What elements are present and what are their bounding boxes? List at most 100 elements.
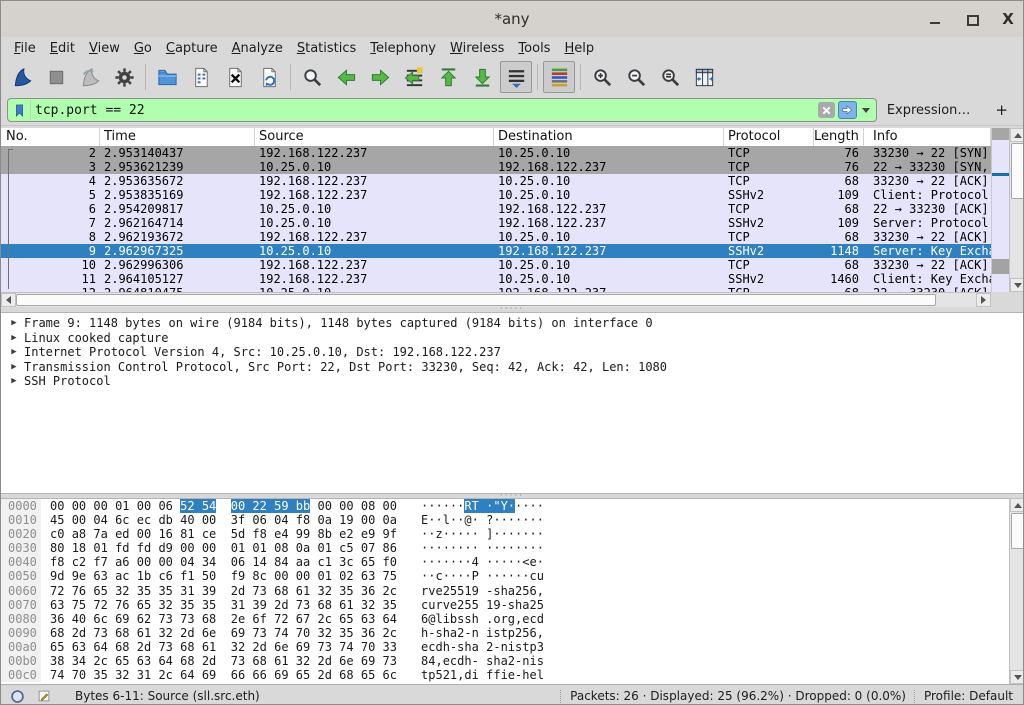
column-header-time[interactable]: Time [100, 128, 255, 146]
profile-text[interactable]: Profile: Default [924, 689, 1013, 703]
packet-row[interactable]: 62.95420981710.25.0.10192.168.122.237TCP… [1, 202, 991, 216]
hex-row[interactable]: 00c074 70 35 32 31 2c 64 69 66 66 69 65 … [1, 668, 1009, 682]
go-back-icon[interactable] [330, 61, 362, 93]
hex-row[interactable]: 009068 2d 73 68 61 32 2d 6e 69 73 74 70 … [1, 626, 1009, 640]
detail-row[interactable]: ▶Internet Protocol Version 4, Src: 10.25… [1, 345, 1024, 360]
restart-capture-icon[interactable] [74, 61, 106, 93]
detail-row[interactable]: ▶SSH Protocol [1, 374, 1024, 389]
menu-statistics[interactable]: Statistics [290, 39, 363, 58]
column-header-destination[interactable]: Destination [494, 128, 724, 146]
column-header-info[interactable]: Info [864, 128, 991, 146]
hex-row[interactable]: 00b038 34 2c 65 63 64 68 2d 73 68 61 32 … [1, 654, 1009, 668]
scroll-down-icon[interactable] [1010, 670, 1024, 684]
menu-wireless[interactable]: Wireless [443, 39, 511, 58]
packet-row[interactable]: 82.962193672192.168.122.23710.25.0.10TCP… [1, 230, 991, 244]
packet-list-minimap[interactable] [991, 128, 1010, 292]
colorize-packets-icon[interactable] [543, 61, 575, 93]
go-forward-icon[interactable] [364, 61, 396, 93]
filter-clear-icon[interactable] [818, 102, 835, 118]
packet-row[interactable]: 22.953140437192.168.122.23710.25.0.10TCP… [1, 146, 991, 160]
hex-row[interactable]: 00a065 63 64 68 2d 73 68 61 32 2d 6e 69 … [1, 640, 1009, 654]
expression-button[interactable]: Expression… [877, 101, 981, 120]
menu-tools[interactable]: Tools [511, 39, 557, 58]
menu-file[interactable]: File [7, 39, 43, 58]
hex-row[interactable]: 00509d 9e 63 ac 1b c6 f1 50 f9 8c 00 00 … [1, 569, 1009, 583]
expander-icon[interactable]: ▶ [1, 331, 21, 346]
close-icon[interactable]: X [1001, 12, 1015, 26]
minimize-icon[interactable] [929, 12, 943, 26]
hex-row[interactable]: 003080 18 01 fd fd d9 00 00 01 01 08 0a … [1, 541, 1009, 555]
menu-telephony[interactable]: Telephony [363, 39, 443, 58]
open-file-icon[interactable] [151, 61, 183, 93]
scroll-thumb[interactable] [1011, 143, 1024, 199]
menu-edit[interactable]: Edit [43, 39, 82, 58]
packet-list-header[interactable]: No.TimeSourceDestinationProtocolLengthIn… [1, 128, 991, 147]
detail-row[interactable]: ▶Transmission Control Protocol, Src Port… [1, 360, 1024, 375]
zoom-original-icon[interactable] [654, 61, 686, 93]
menu-analyze[interactable]: Analyze [225, 39, 290, 58]
packet-row[interactable]: 92.96296732510.25.0.10192.168.122.237SSH… [1, 244, 991, 258]
expert-info-icon[interactable] [10, 689, 25, 704]
display-filter-field[interactable] [7, 98, 877, 122]
maximize-icon[interactable] [965, 12, 979, 26]
auto-scroll-icon[interactable] [500, 61, 532, 93]
hex-row[interactable]: 0020c0 a8 7a ed 00 16 81 ce 5d f8 e4 99 … [1, 527, 1009, 541]
go-first-packet-icon[interactable] [432, 61, 464, 93]
start-capture-icon[interactable] [6, 61, 38, 93]
close-file-icon[interactable] [219, 61, 251, 93]
packet-row[interactable]: 102.962996306192.168.122.23710.25.0.10TC… [1, 258, 991, 272]
menu-go[interactable]: Go [127, 39, 159, 58]
scroll-right-icon[interactable] [976, 293, 991, 307]
filter-history-dropdown-icon[interactable] [862, 108, 870, 113]
stop-capture-icon[interactable] [40, 61, 72, 93]
expander-icon[interactable]: ▶ [1, 345, 21, 360]
detail-row[interactable]: ▶Linux cooked capture [1, 331, 1024, 346]
filter-apply-icon[interactable] [838, 101, 857, 119]
column-header-length[interactable]: Length [814, 128, 864, 146]
display-filter-input[interactable] [31, 103, 818, 118]
packet-row[interactable]: 52.953835169192.168.122.23710.25.0.10SSH… [1, 188, 991, 202]
scroll-down-icon[interactable] [1010, 278, 1024, 292]
scroll-thumb[interactable] [16, 294, 936, 306]
packet-list-vscrollbar[interactable] [1009, 128, 1024, 292]
resize-columns-icon[interactable] [688, 61, 720, 93]
menu-help[interactable]: Help [557, 39, 601, 58]
hex-row[interactable]: 008036 40 6c 69 62 73 73 68 2e 6f 72 67 … [1, 612, 1009, 626]
expander-icon[interactable]: ▶ [1, 374, 21, 389]
capture-comment-icon[interactable] [37, 689, 51, 703]
scroll-thumb[interactable] [1011, 513, 1024, 549]
zoom-in-icon[interactable] [586, 61, 618, 93]
hex-row[interactable]: 007063 75 72 76 65 32 35 35 31 39 2d 73 … [1, 598, 1009, 612]
find-packet-icon[interactable] [296, 61, 328, 93]
bytes-pane-vscrollbar[interactable] [1009, 498, 1024, 684]
packet-row[interactable]: 72.96216471410.25.0.10192.168.122.237SSH… [1, 216, 991, 230]
reload-file-icon[interactable] [253, 61, 285, 93]
hex-row[interactable]: 006072 76 65 32 35 35 31 39 2d 73 68 61 … [1, 584, 1009, 598]
column-header-protocol[interactable]: Protocol [724, 128, 814, 146]
go-last-packet-icon[interactable] [466, 61, 498, 93]
capture-options-icon[interactable] [108, 61, 140, 93]
add-filter-button[interactable]: + [986, 99, 1017, 121]
zoom-out-icon[interactable] [620, 61, 652, 93]
detail-row[interactable]: ▶Frame 9: 1148 bytes on wire (9184 bits)… [1, 316, 1024, 331]
hex-row[interactable]: 001045 00 04 6c ec db 40 00 3f 06 04 f8 … [1, 513, 1009, 527]
title-bar[interactable]: *any X [1, 1, 1023, 38]
hex-row[interactable]: 0040f8 c2 f7 a6 00 00 04 34 06 14 84 aa … [1, 555, 1009, 569]
packet-row[interactable]: 42.953635672192.168.122.23710.25.0.10TCP… [1, 174, 991, 188]
save-file-icon[interactable] [185, 61, 217, 93]
packet-row[interactable]: 32.95362123910.25.0.10192.168.122.237TCP… [1, 160, 991, 174]
expander-icon[interactable]: ▶ [1, 316, 21, 331]
packet-row[interactable]: 112.964105127192.168.122.23710.25.0.10SS… [1, 272, 991, 286]
scroll-left-icon[interactable] [1, 293, 16, 307]
menu-view[interactable]: View [82, 39, 127, 58]
column-header-no[interactable]: No. [1, 128, 100, 146]
expander-icon[interactable]: ▶ [1, 360, 21, 375]
filter-bookmark-icon[interactable] [8, 100, 31, 120]
menu-capture[interactable]: Capture [159, 39, 225, 58]
packet-list-hscrollbar[interactable] [1, 292, 991, 307]
scroll-up-icon[interactable] [1010, 128, 1024, 142]
column-header-source[interactable]: Source [255, 128, 494, 146]
go-to-packet-icon[interactable] [398, 61, 430, 93]
hex-row[interactable]: 000000 00 00 01 00 06 52 54 00 22 59 bb … [1, 499, 1009, 513]
scroll-up-icon[interactable] [1010, 498, 1024, 512]
